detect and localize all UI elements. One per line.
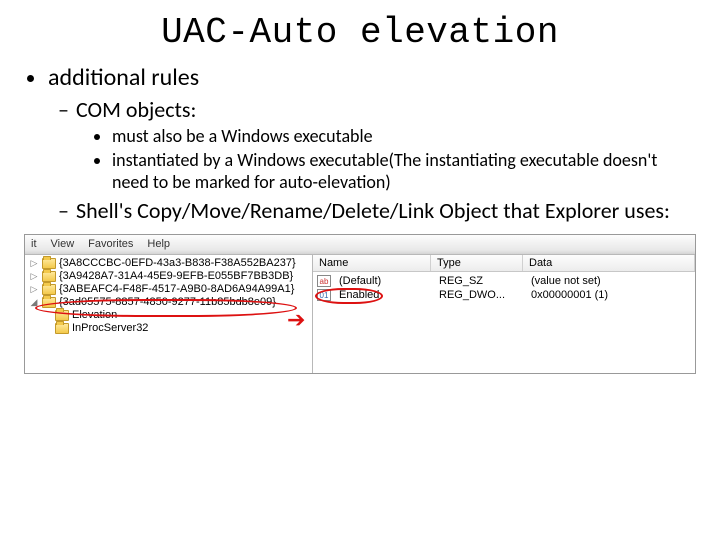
chevron-right-icon[interactable]: ▷ (29, 271, 39, 282)
folder-icon (55, 310, 69, 321)
folder-icon (55, 323, 69, 334)
value-name: Enabled (333, 288, 433, 302)
bullet-text: instantiated by a Windows executable(The… (112, 149, 657, 193)
reg-string-icon: ab (317, 275, 331, 287)
folder-icon (42, 271, 56, 282)
bullet-l1: additional rules COM objects: must also … (48, 63, 696, 224)
tree-label: {3ad05575-8857-4850-9277-11b85bdb8e09} (59, 296, 276, 308)
menu-item[interactable]: View (51, 238, 75, 250)
tree-pane: ▷ {3A8CCCBC-0EFD-43a3-B838-F38A552BA237}… (25, 255, 313, 373)
menu-bar: it View Favorites Help (25, 235, 695, 255)
menu-item[interactable]: Favorites (88, 238, 133, 250)
bullet-l2: Shell's Copy/Move/Rename/Delete/Link Obj… (76, 197, 696, 224)
slide-title: UAC-Auto elevation (24, 12, 696, 53)
bullet-text: COM objects: (76, 96, 196, 123)
column-header-name[interactable]: Name (313, 255, 431, 271)
bullet-text: must also be a Windows executable (112, 125, 373, 147)
chevron-right-icon[interactable]: ▷ (29, 258, 39, 269)
tree-item[interactable]: ▷ {3A9428A7-31A4-45E9-9EFB-E055BF7BB3DB} (29, 270, 308, 283)
value-row[interactable]: 01 Enabled REG_DWO... 0x00000001 (1) (313, 288, 695, 302)
tree-label: Elevation (72, 309, 117, 321)
reg-dword-icon: 01 (317, 289, 331, 301)
menu-item[interactable]: it (31, 238, 37, 250)
values-pane: Name Type Data ab (Default) REG_SZ (valu… (313, 255, 695, 373)
chevron-down-icon[interactable]: ◢ (29, 297, 39, 308)
chevron-right-icon[interactable]: ▷ (29, 284, 39, 295)
tree-item[interactable]: Elevation (29, 309, 308, 322)
tree-item[interactable]: ▷ {3A8CCCBC-0EFD-43a3-B838-F38A552BA237} (29, 257, 308, 270)
tree-item[interactable]: ◢ {3ad05575-8857-4850-9277-11b85bdb8e09} (29, 296, 308, 309)
bullet-l2: COM objects: must also be a Windows exec… (76, 96, 696, 193)
folder-icon (42, 258, 56, 269)
tree-item[interactable]: InProcServer32 (29, 322, 308, 335)
value-data: (value not set) (525, 274, 695, 288)
bullet-text: additional rules (48, 63, 199, 92)
values-header: Name Type Data (313, 255, 695, 272)
tree-label: InProcServer32 (72, 322, 148, 334)
bullet-text: Shell's Copy/Move/Rename/Delete/Link Obj… (76, 197, 670, 224)
tree-label: {3ABEAFC4-F48F-4517-A9B0-8AD6A94A99A1} (59, 283, 294, 295)
value-type: REG_DWO... (433, 288, 525, 302)
value-name: (Default) (333, 274, 433, 288)
bullet-l3: must also be a Windows executable (112, 125, 696, 147)
column-header-data[interactable]: Data (523, 255, 695, 271)
value-data: 0x00000001 (1) (525, 288, 695, 302)
folder-icon (42, 284, 56, 295)
folder-icon (42, 297, 56, 308)
tree-label: {3A8CCCBC-0EFD-43a3-B838-F38A552BA237} (59, 257, 296, 269)
value-row[interactable]: ab (Default) REG_SZ (value not set) (313, 274, 695, 288)
bullet-l3: instantiated by a Windows executable(The… (112, 149, 696, 193)
menu-item[interactable]: Help (147, 238, 170, 250)
column-header-type[interactable]: Type (431, 255, 523, 271)
value-type: REG_SZ (433, 274, 525, 288)
bullet-list: additional rules COM objects: must also … (32, 63, 696, 224)
regedit-window: it View Favorites Help ▷ {3A8CCCBC-0EFD-… (24, 234, 696, 374)
tree-item[interactable]: ▷ {3ABEAFC4-F48F-4517-A9B0-8AD6A94A99A1} (29, 283, 308, 296)
tree-label: {3A9428A7-31A4-45E9-9EFB-E055BF7BB3DB} (59, 270, 293, 282)
